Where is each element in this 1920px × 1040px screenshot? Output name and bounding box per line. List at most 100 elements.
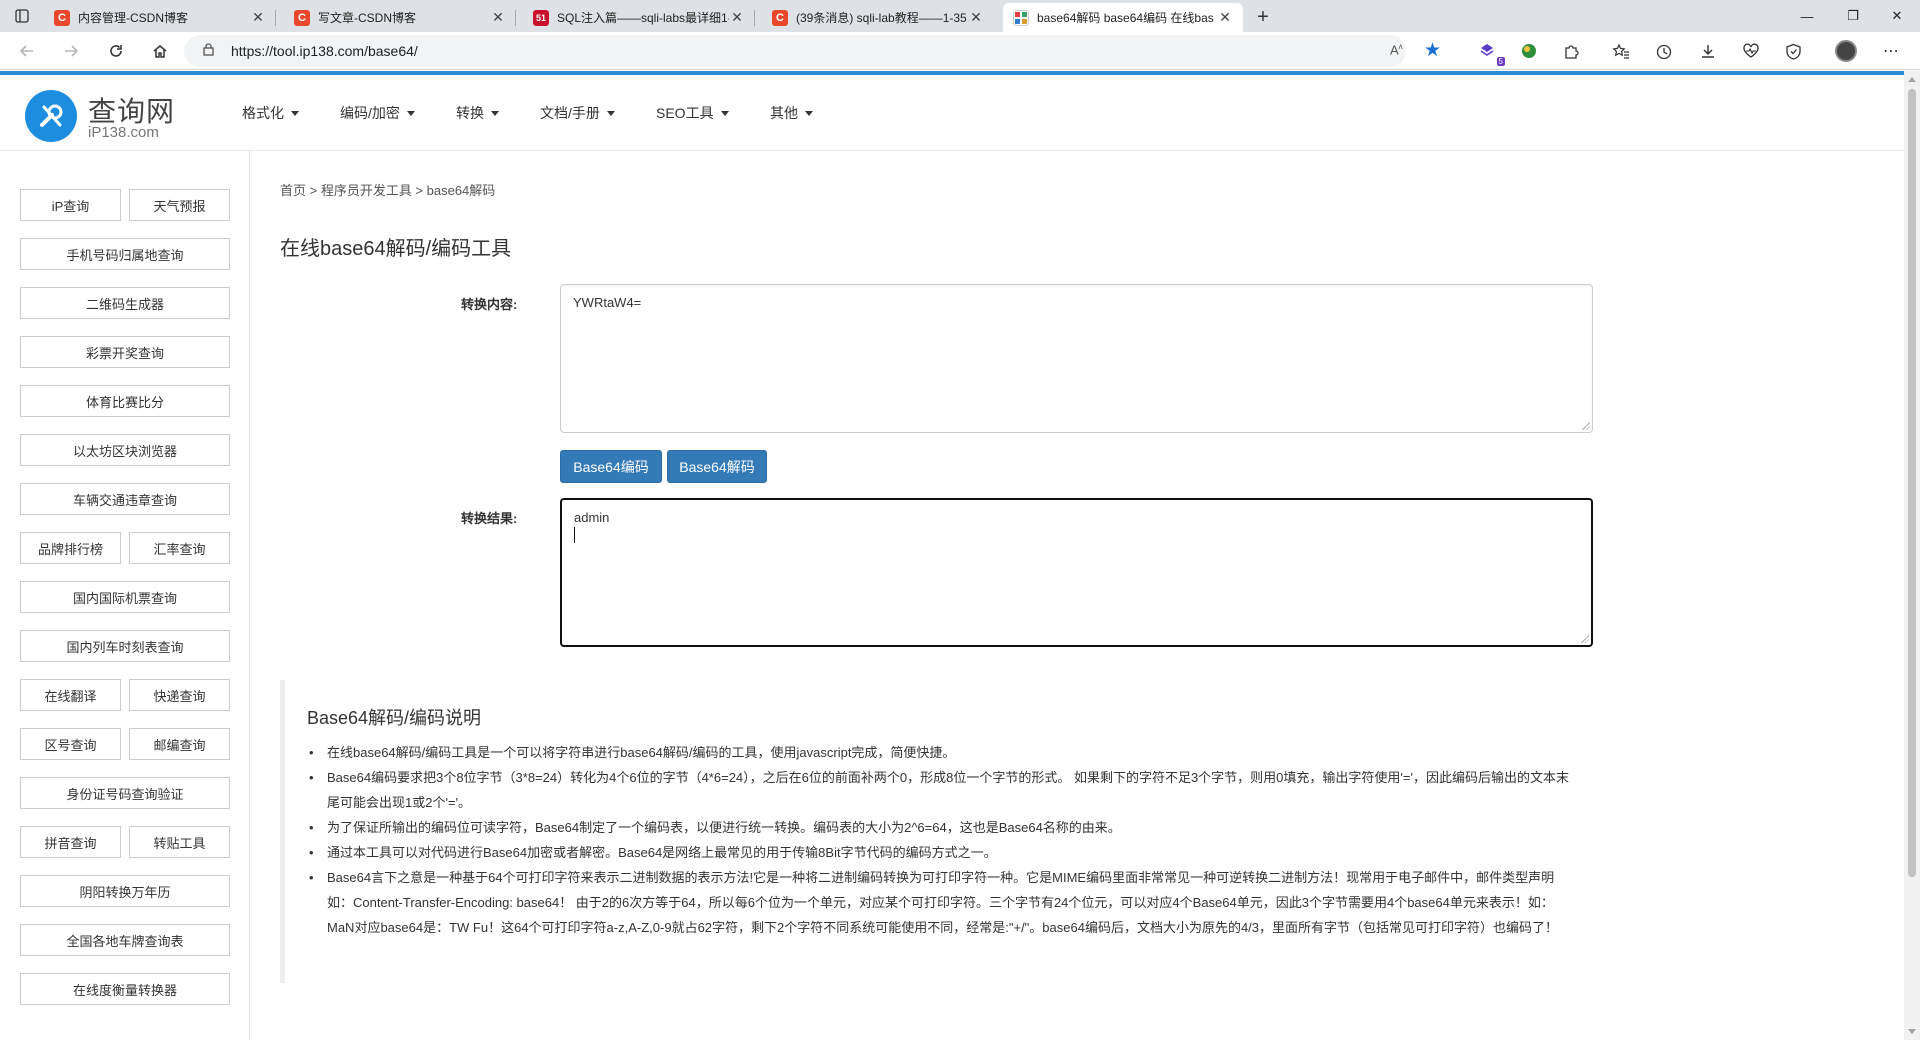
tab-title: SQL注入篇——sqli-labs最详细1-	[557, 11, 729, 25]
nav-label: 其他	[770, 105, 798, 121]
tab-title: (39条消息) sqli-lab教程——1-35	[796, 11, 967, 25]
page-scrollbar[interactable]	[1904, 71, 1920, 1040]
resize-handle-icon[interactable]	[1581, 635, 1589, 643]
forward-icon[interactable]	[58, 39, 84, 63]
list-item: 在线base64解码/编码工具是一个可以将字符串进行base64解码/编码的工具…	[307, 740, 1575, 765]
extensions-puzzle-icon[interactable]	[1558, 39, 1584, 63]
close-window-icon[interactable]: ✕	[1874, 0, 1920, 32]
sidebar-link[interactable]: 国内列车时刻表查询	[20, 630, 230, 662]
extension-globe-icon[interactable]	[1516, 39, 1542, 63]
breadcrumb[interactable]: 首页 > 程序员开发工具 > base64解码	[280, 180, 495, 199]
sidebar-link[interactable]: 品牌排行榜	[20, 532, 121, 564]
sidebar-link[interactable]: 全国各地车牌查询表	[20, 924, 230, 956]
sidebar-link[interactable]: 转贴工具	[129, 826, 230, 858]
description-title: Base64解码/编码说明	[307, 708, 482, 728]
close-tab-icon[interactable]: ✕	[729, 9, 745, 26]
logo-subtitle[interactable]: iP138.com	[88, 124, 159, 141]
sidebar-link[interactable]: 阴阳转换万年历	[20, 875, 230, 907]
sidebar-link[interactable]: 车辆交通违章查询	[20, 483, 230, 515]
nav-docs[interactable]: 文档/手册	[540, 103, 615, 123]
resize-handle-icon[interactable]	[1582, 422, 1590, 430]
close-tab-icon[interactable]: ✕	[1217, 9, 1233, 26]
tab-actions-icon[interactable]	[0, 0, 44, 32]
sidebar-link[interactable]: 邮编查询	[129, 728, 230, 760]
home-icon[interactable]	[147, 39, 173, 63]
nav-format[interactable]: 格式化	[242, 103, 299, 123]
nav-label: 编码/加密	[340, 105, 400, 121]
site-header: 查询网 iP138.com 格式化 编码/加密 转换 文档/手册 SEO工具 其…	[0, 71, 1904, 151]
sidebar-link[interactable]: 身份证号码查询验证	[20, 777, 230, 809]
history-icon[interactable]	[1650, 39, 1676, 63]
page-title: 在线base64解码/编码工具	[280, 238, 512, 260]
favorites-icon[interactable]	[1608, 39, 1634, 63]
nav-seo[interactable]: SEO工具	[656, 103, 729, 123]
sidebar-link[interactable]: 在线翻译	[20, 679, 121, 711]
browser-tab-bar: C 内容管理-CSDN博客 ✕ C 写文章-CSDN博客 ✕ 51 SQL注入篇…	[0, 0, 1920, 32]
sidebar: iP查询 天气预报手机号码归属地查询 二维码生成器 彩票开奖查询 体育比赛比分 以太坊区块…	[0, 151, 250, 1040]
output-value: admin	[574, 510, 610, 525]
new-tab-button[interactable]: +	[1249, 3, 1277, 31]
sidebar-link[interactable]: 在线度衡量转换器	[20, 973, 230, 1005]
sidebar-link[interactable]: 体育比赛比分	[20, 385, 230, 417]
logo-tools-icon[interactable]	[25, 90, 77, 142]
base64-encode-button[interactable]: Base64编码	[560, 450, 662, 483]
favorite-star-icon[interactable]: ★	[1424, 39, 1441, 62]
input-textarea[interactable]: YWRtaW4=	[560, 284, 1593, 433]
back-icon[interactable]	[14, 39, 40, 63]
output-textarea[interactable]: admin	[560, 498, 1593, 647]
sidebar-link[interactable]: 区号查询	[20, 728, 121, 760]
refresh-icon[interactable]	[103, 39, 129, 63]
sidebar-link[interactable]: 手机号码归属地查询	[20, 238, 230, 270]
sidebar-link[interactable]: 汇率查询	[129, 532, 230, 564]
performance-heart-icon[interactable]	[1738, 39, 1764, 63]
scroll-thumb[interactable]	[1908, 89, 1916, 877]
browser-tab[interactable]: C (39条消息) sqli-lab教程——1-35 ✕	[762, 3, 994, 32]
description-list: 在线base64解码/编码工具是一个可以将字符串进行base64解码/编码的工具…	[307, 740, 1575, 940]
list-item: Base64言下之意是一种基于64个可打印字符来表示二进制数据的表示方法!它是一…	[307, 865, 1575, 940]
nav-encode-encrypt[interactable]: 编码/加密	[340, 103, 415, 123]
base64-decode-button[interactable]: Base64解码	[667, 450, 767, 483]
extension-badge: 5	[1496, 57, 1505, 66]
extension-icon[interactable]: 5	[1474, 39, 1505, 66]
more-menu-icon[interactable]: ⋯	[1878, 39, 1904, 63]
minimize-icon[interactable]: —	[1784, 0, 1830, 32]
browser-tab[interactable]: 51 SQL注入篇——sqli-labs最详细1- ✕	[523, 3, 755, 32]
nav-label: 转换	[456, 105, 484, 121]
input-value: YWRtaW4=	[573, 295, 642, 310]
list-item: 为了保证所输出的编码位可读字符，Base64制定了一个编码表，以便进行统一转换。…	[307, 815, 1575, 840]
tab-title: 内容管理-CSDN博客	[78, 11, 188, 25]
scroll-down-icon[interactable]	[1908, 1029, 1916, 1034]
nav-label: 文档/手册	[540, 105, 600, 121]
nav-convert[interactable]: 转换	[456, 103, 499, 123]
lock-icon[interactable]	[203, 43, 214, 59]
caret-down-icon	[606, 111, 615, 116]
close-tab-icon[interactable]: ✕	[490, 9, 506, 26]
address-bar[interactable]: https://tool.ip138.com/base64/ Aʌ ★	[184, 35, 1441, 67]
restore-icon[interactable]: ❐	[1830, 0, 1876, 32]
browser-essentials-icon[interactable]	[1780, 39, 1806, 63]
sidebar-link[interactable]: 国内国际机票查询	[20, 581, 230, 613]
sidebar-link[interactable]: 以太坊区块浏览器	[20, 434, 230, 466]
browser-tab[interactable]: C 内容管理-CSDN博客 ✕	[44, 3, 276, 32]
tab-title: 写文章-CSDN博客	[318, 11, 416, 25]
close-tab-icon[interactable]: ✕	[250, 9, 266, 26]
close-tab-icon[interactable]: ✕	[968, 9, 984, 26]
caret-down-icon	[406, 111, 415, 116]
sidebar-link[interactable]: 快递查询	[129, 679, 230, 711]
downloads-icon[interactable]	[1695, 39, 1721, 63]
list-item: Base64编码要求把3个8位字节（3*8=24）转化为4个6位的字节（4*6=…	[307, 765, 1575, 815]
profile-avatar[interactable]	[1833, 39, 1859, 63]
sidebar-link[interactable]: 二维码生成器	[20, 287, 230, 319]
list-item: 通过本工具可以对代码进行Base64加密或者解密。Base64是网络上最常见的用…	[307, 840, 1575, 865]
nav-other[interactable]: 其他	[770, 103, 813, 123]
csdn-favicon-icon: C	[294, 9, 310, 26]
sidebar-link[interactable]: 彩票开奖查询	[20, 336, 230, 368]
scroll-up-icon[interactable]	[1908, 77, 1916, 82]
sidebar-link[interactable]: 天气预报	[129, 189, 230, 221]
read-aloud-icon[interactable]: Aʌ	[1390, 42, 1403, 57]
sidebar-link[interactable]: iP查询	[20, 189, 121, 221]
sidebar-link[interactable]: 拼音查询	[20, 826, 121, 858]
browser-tab[interactable]: C 写文章-CSDN博客 ✕	[284, 3, 516, 32]
url-text[interactable]: https://tool.ip138.com/base64/	[231, 43, 418, 59]
browser-tab-active[interactable]: base64解码 base64编码 在线bas ✕	[1003, 3, 1243, 32]
